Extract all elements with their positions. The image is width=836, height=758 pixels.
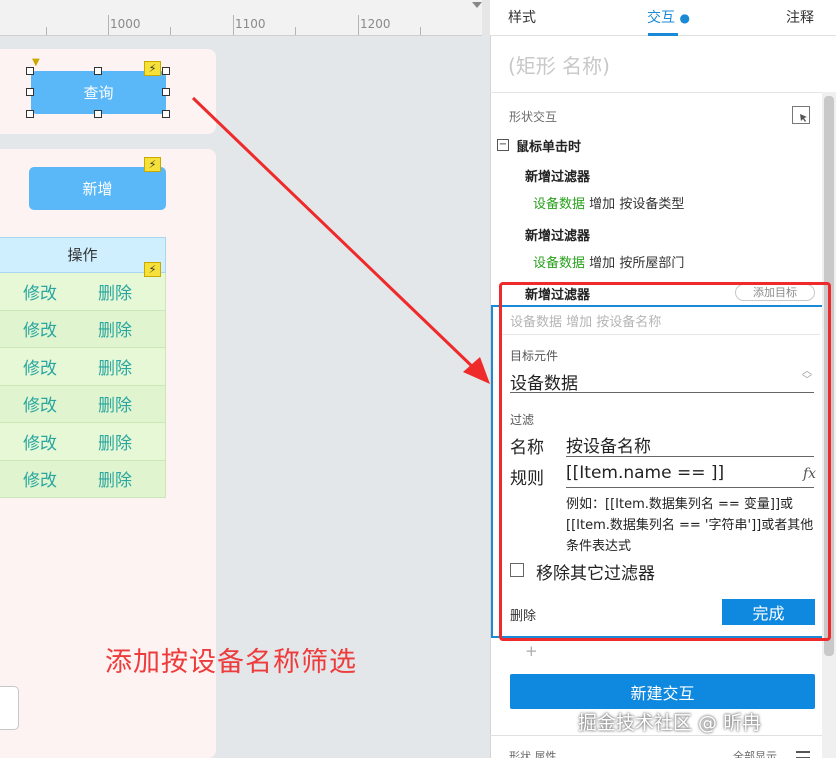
ruler-tick: [170, 27, 171, 35]
edit-link[interactable]: 修改: [23, 279, 57, 304]
table-row: 修改 删除: [0, 310, 166, 348]
selection-handle[interactable]: [26, 67, 34, 75]
action-filter: 按所屋部门: [619, 256, 685, 271]
action-title[interactable]: 新增过滤器: [525, 166, 590, 185]
ruler-label-1100: 1100: [235, 17, 266, 31]
selection-handle[interactable]: [162, 67, 170, 75]
horizontal-ruler: 1000 1100 1200: [0, 0, 490, 36]
ruler-tick: [108, 15, 109, 35]
delete-link[interactable]: 删除: [98, 316, 132, 341]
ruler-tick: [46, 27, 47, 35]
shape-properties-label: 形状 属性: [509, 750, 557, 758]
ruler-label-1200: 1200: [360, 17, 391, 31]
edit-link[interactable]: 修改: [23, 316, 57, 341]
action-target: 设备数据: [533, 197, 586, 212]
ruler-tick: [358, 15, 359, 35]
edit-link[interactable]: 修改: [23, 429, 57, 454]
section-label: 形状交互: [509, 110, 558, 124]
lightning-icon[interactable]: ⚡: [144, 157, 161, 172]
shape-name-input[interactable]: (矩形 名称): [508, 50, 610, 79]
query-button[interactable]: 查询: [31, 71, 166, 114]
action-verb: 增加: [589, 197, 616, 212]
partial-input-box[interactable]: [0, 686, 19, 730]
delete-link[interactable]: 删除: [98, 429, 132, 454]
add-icon[interactable]: +: [525, 642, 538, 660]
ruler-scroll-area[interactable]: [482, 0, 490, 36]
ruler-dropdown-icon[interactable]: [472, 2, 482, 8]
new-interaction-button[interactable]: 新建交互: [510, 674, 815, 709]
action-description[interactable]: 设备数据 增加 按所屋部门: [533, 252, 684, 271]
tab-notes[interactable]: 注释: [786, 7, 814, 27]
delete-link[interactable]: 删除: [98, 279, 132, 304]
tab-interaction[interactable]: 交互 ●: [647, 7, 690, 27]
show-all-link[interactable]: 全部显示: [733, 748, 777, 758]
edit-link[interactable]: 修改: [23, 354, 57, 379]
event-label[interactable]: 鼠标单击时: [516, 136, 581, 155]
collapse-icon[interactable]: −: [497, 139, 509, 151]
selection-handle[interactable]: [26, 110, 34, 118]
active-tab-indicator: [648, 33, 678, 36]
edit-link[interactable]: 修改: [23, 466, 57, 491]
action-title[interactable]: 新增过滤器: [525, 225, 590, 244]
watermark: 掘金技术社区 @ 昕冉: [578, 712, 762, 734]
action-verb: 增加: [589, 256, 616, 271]
selection-handle[interactable]: [162, 88, 170, 96]
annotation-highlight-box: [499, 282, 831, 641]
selection-handle[interactable]: [162, 110, 170, 118]
annotation-caption: 添加按设备名称筛选: [105, 647, 357, 678]
ruler-tick: [233, 15, 234, 35]
ruler-label-1000: 1000: [110, 17, 141, 31]
menu-icon[interactable]: [796, 751, 810, 758]
action-target: 设备数据: [533, 256, 586, 271]
selection-handle[interactable]: [26, 88, 34, 96]
tab-interaction-label: 交互: [647, 10, 675, 26]
table-row: 修改 删除: [0, 460, 166, 498]
selection-handle[interactable]: [94, 110, 102, 118]
modified-dot-icon: ●: [679, 11, 690, 25]
table-header: 操作: [0, 237, 166, 273]
divider: [490, 92, 836, 93]
lightning-icon[interactable]: ⚡: [144, 61, 161, 76]
delete-link[interactable]: 删除: [98, 354, 132, 379]
inspector-tab-bar: 样式 交互 ● 注释: [490, 0, 836, 36]
edit-link[interactable]: 修改: [23, 391, 57, 416]
table-row: 修改 删除: [0, 423, 166, 461]
tab-style[interactable]: 样式: [508, 7, 536, 27]
action-description[interactable]: 设备数据 增加 按设备类型: [533, 193, 684, 212]
delete-link[interactable]: 删除: [98, 466, 132, 491]
table-row: 修改 删除: [0, 385, 166, 423]
add-button[interactable]: 新增: [29, 167, 166, 210]
action-filter: 按设备类型: [619, 197, 685, 212]
selection-handle[interactable]: [94, 67, 102, 75]
operations-table: 操作 修改 删除 修改 删除 修改 删除 修改 删除 修改 删除 修改 删除: [0, 237, 166, 498]
lightning-icon[interactable]: ⚡: [144, 262, 161, 277]
delete-link[interactable]: 删除: [98, 391, 132, 416]
table-row: 修改 删除: [0, 273, 166, 311]
ruler-tick: [420, 27, 421, 35]
divider: [490, 735, 822, 736]
ruler-tick: [295, 27, 296, 35]
table-row: 修改 删除: [0, 348, 166, 386]
cursor-select-icon[interactable]: [792, 106, 810, 124]
